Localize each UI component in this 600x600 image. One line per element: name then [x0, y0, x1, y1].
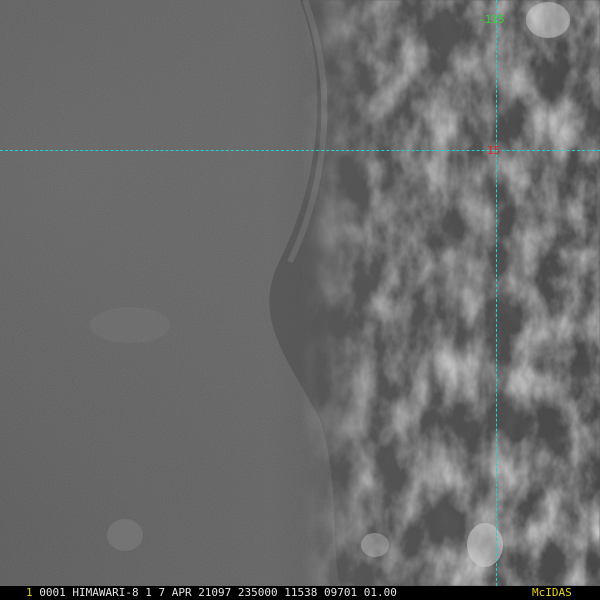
latitude-label: 15	[487, 144, 501, 157]
longitude-label: -115	[478, 13, 505, 26]
latitude-grid-line	[0, 150, 600, 151]
satellite-cloud-image	[0, 0, 600, 586]
frame-number: 1	[26, 586, 33, 599]
image-info-text: 0001 HIMAWARI-8 1 7 APR 21097 235000 115…	[32, 586, 397, 599]
satellite-viewer: -115 15 1 0001 HIMAWARI-8 1 7 APR 21097 …	[0, 0, 600, 600]
mcidas-logo-text: McIDAS	[532, 586, 572, 599]
longitude-grid-line	[496, 0, 497, 586]
status-bar: 1 0001 HIMAWARI-8 1 7 APR 21097 235000 1…	[0, 586, 600, 600]
